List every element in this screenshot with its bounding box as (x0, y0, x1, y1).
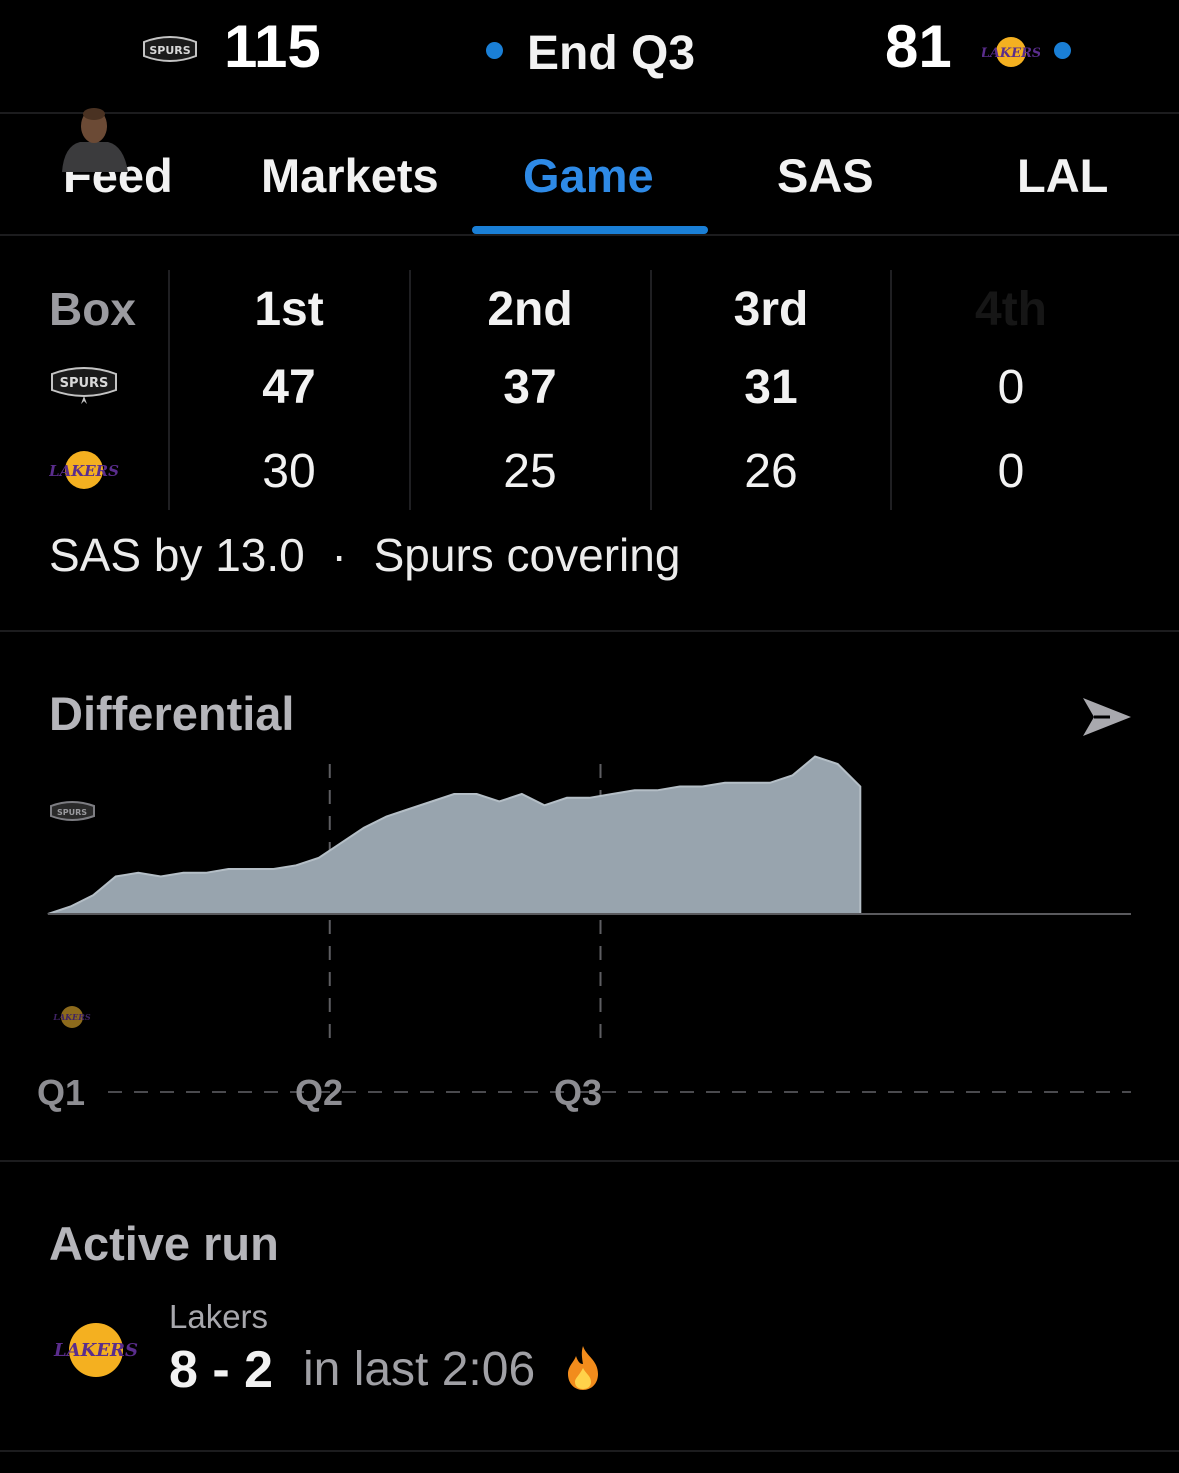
lakers-logo: LAKERS (982, 37, 1040, 67)
differential-chart: SPURS LAKERS (47, 755, 1131, 1093)
section-divider (0, 630, 1179, 632)
box-divider (168, 270, 170, 510)
differential-area (47, 755, 862, 915)
spurs-logo: SPURS (143, 36, 197, 62)
fire-icon (568, 1346, 598, 1390)
x-tick-q2: Q2 (295, 1072, 344, 1113)
possession-indicator (1054, 42, 1071, 59)
differential-title: Differential (49, 687, 295, 740)
spread-summary: SAS by 13.0 · Spurs covering (49, 528, 680, 582)
period-3rd: 3rd (733, 283, 809, 336)
section-divider (0, 1160, 1179, 1162)
lal-q3-score: 26 (744, 445, 798, 498)
section-divider (0, 1450, 1179, 1452)
game-status: End Q3 (527, 27, 696, 80)
run-score: 8 - 2 (169, 1341, 274, 1399)
period-1st: 1st (254, 283, 324, 336)
lal-q2-score: 25 (503, 445, 557, 498)
run-duration: in last 2:06 (303, 1343, 536, 1396)
lakers-logo: LAKERS (52, 1006, 91, 1028)
lal-q4-score: 0 (997, 445, 1025, 498)
tab-bar: Feed Markets Game SAS LAL (0, 114, 1179, 236)
live-indicator (486, 42, 503, 59)
home-score: 115 (224, 13, 321, 80)
active-tab-indicator (472, 226, 708, 234)
sas-q4-score: 0 (997, 361, 1025, 414)
active-run-title: Active run (49, 1217, 279, 1270)
lal-q1-score: 30 (262, 445, 316, 498)
lakers-logo: LAKERS (53, 1323, 138, 1377)
period-4th: 4th (975, 283, 1047, 336)
spurs-logo-word: SPURS (60, 376, 109, 391)
box-divider (650, 270, 652, 510)
lakers-logo-word: LAKERS (49, 462, 119, 480)
summary-separator: · (331, 529, 347, 581)
video-thumbnail[interactable] (58, 102, 130, 174)
lakers-logo-word: LAKERS (52, 1012, 91, 1022)
spurs-logo-word: SPURS (149, 44, 190, 57)
tab-game[interactable]: Game (523, 148, 654, 203)
spurs-logo: SPURS (50, 801, 95, 821)
scoreboard-header: SPURS 115 End Q3 81 LAKERS (0, 0, 1179, 114)
sas-q3-score: 31 (744, 361, 798, 414)
spread-cover-status: Spurs covering (373, 529, 681, 581)
send-icon[interactable] (1080, 694, 1134, 740)
box-title: Box (49, 283, 136, 335)
box-divider (890, 270, 892, 510)
spread-margin: SAS by 13.0 (49, 529, 305, 581)
lakers-logo: LAKERS (49, 451, 119, 489)
spurs-logo: SPURS (51, 367, 117, 404)
x-tick-q3: Q3 (554, 1072, 603, 1113)
tab-lal[interactable]: LAL (1017, 148, 1108, 203)
away-score: 81 (885, 13, 952, 80)
run-team-name: Lakers (169, 1298, 269, 1335)
period-2nd: 2nd (487, 283, 573, 336)
tab-sas[interactable]: SAS (777, 148, 874, 203)
lakers-logo-word: LAKERS (53, 1340, 138, 1361)
spurs-logo-word: SPURS (57, 808, 87, 817)
x-tick-q1: Q1 (37, 1072, 86, 1113)
box-divider (409, 270, 411, 510)
sas-q1-score: 47 (262, 361, 316, 414)
sas-q2-score: 37 (503, 361, 557, 414)
lakers-logo-word: LAKERS (982, 46, 1040, 61)
tab-markets[interactable]: Markets (261, 148, 439, 203)
